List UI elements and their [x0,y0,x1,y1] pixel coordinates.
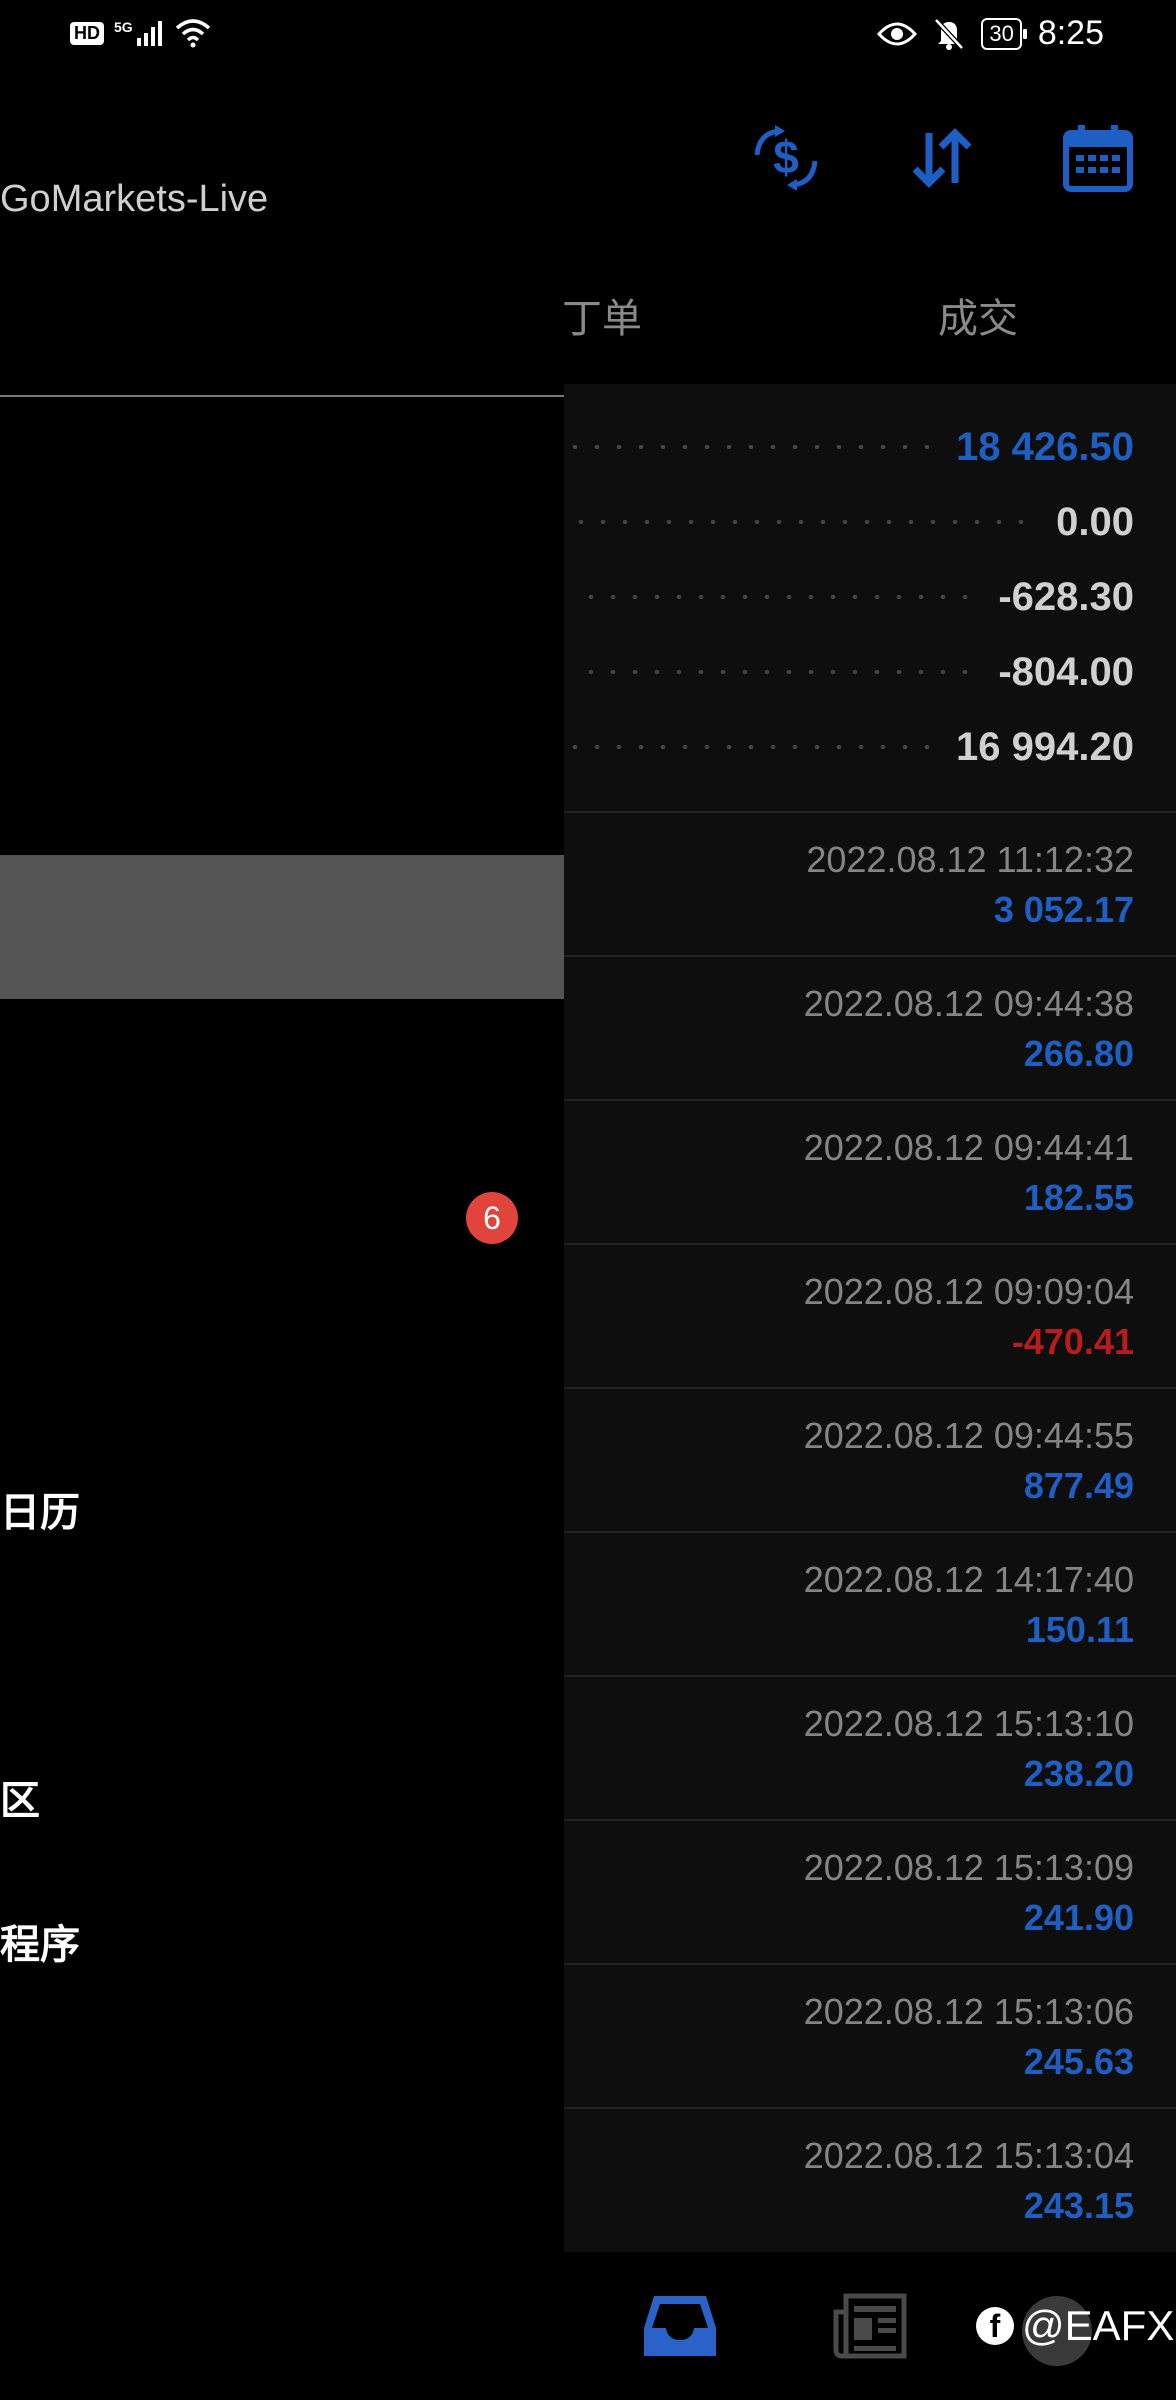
summary-row: -628.30 [564,572,1134,622]
leader-dots [580,670,979,674]
deal-time: 2022.08.12 15:13:10 [803,1703,1134,1744]
deal-profit: 238.20 [1023,1753,1134,1794]
summary-value: 18 426.50 [956,424,1134,469]
network-label: 5G [114,19,133,35]
drawer-divider [0,395,564,397]
deal-profit: 877.49 [1023,1465,1134,1506]
deal-time: 2022.08.12 15:13:04 [803,2135,1134,2176]
hd-indicator: HD [70,21,104,45]
deal-profit: 3 052.17 [993,889,1134,930]
deal-row[interactable]: 2022.08.12 15:13:09 241.90 [564,1819,1176,1965]
notification-badge: 6 [466,1192,518,1244]
deal-time: 2022.08.12 11:12:32 [806,839,1134,880]
status-bar-right: 30 8:25 [877,14,1104,53]
account-name: GoMarkets-Live [0,178,269,220]
deal-row[interactable]: 2022.08.12 09:44:55 877.49 [564,1387,1176,1533]
deal-row[interactable]: 2022.08.12 11:12:32 3 052.17 [564,811,1176,957]
tab-deals[interactable]: 成交 [938,286,1018,344]
sort-icon[interactable] [902,118,982,198]
deal-time: 2022.08.12 09:44:55 [803,1415,1134,1456]
summary-value: 0.00 [1056,499,1134,544]
calendar-icon[interactable] [1058,118,1138,198]
summary-value: 16 994.20 [956,724,1134,769]
deal-row[interactable]: 2022.08.12 09:44:38 266.80 [564,955,1176,1101]
deal-row[interactable]: 2022.08.12 15:13:06 245.63 [564,1963,1176,2109]
drawer-item-apps[interactable]: 程序 [0,1912,80,1970]
deal-row[interactable]: 2022.08.12 14:17:40 150.11 [564,1531,1176,1677]
watermark: f @EAFX [976,2302,1174,2350]
deal-row[interactable]: 2022.08.12 09:44:41 182.55 [564,1099,1176,1245]
leader-dots [570,520,1037,524]
deal-profit: 245.63 [1023,2041,1134,2082]
wifi-icon [175,19,210,48]
deal-row[interactable]: 2022.08.12 15:13:04 243.15 [564,2107,1176,2253]
deal-time: 2022.08.12 15:13:06 [803,1991,1134,2032]
drawer-item-community[interactable]: 区 [0,1768,40,1826]
deal-profit: 150.11 [1025,1609,1134,1650]
drawer-item-calendar[interactable]: 日历 [0,1480,80,1538]
summary-row: -804.00 [564,647,1134,697]
tab-orders[interactable]: 丁单 [562,286,642,344]
bell-muted-icon [934,17,965,50]
inbox-icon[interactable] [642,2292,718,2365]
eye-icon [877,22,918,45]
deal-profit: 182.55 [1023,1177,1134,1218]
drawer-selected-item[interactable] [0,855,564,999]
leader-dots [564,745,937,749]
summary-row: 18 426.50 [564,422,1134,472]
watermark-text: @EAFX [1022,2302,1175,2349]
clock: 8:25 [1037,14,1104,52]
summary-row: 0.00 [564,497,1134,547]
summary-value: -804.00 [998,649,1134,694]
battery-indicator: 30 [981,17,1028,50]
deal-time: 2022.08.12 15:13:09 [803,1847,1134,1888]
deal-profit: 241.90 [1023,1897,1134,1938]
summary-value: -628.30 [998,574,1134,619]
signal-icon [136,21,162,46]
deal-row[interactable]: 2022.08.12 09:09:04 -470.41 [564,1243,1176,1389]
deal-time: 2022.08.12 09:09:04 [803,1271,1134,1312]
deal-time: 2022.08.12 09:44:41 [803,1127,1134,1168]
deal-time: 2022.08.12 09:44:38 [803,983,1134,1024]
deal-time: 2022.08.12 14:17:40 [803,1559,1134,1600]
facebook-logo-icon: f [976,2307,1014,2345]
deal-row[interactable]: 2022.08.12 15:13:10 238.20 [564,1675,1176,1821]
deal-profit: -470.41 [1011,1321,1134,1362]
status-bar-left: HD 5G [70,18,211,48]
summary-row: 16 994.20 [564,722,1134,772]
news-icon[interactable] [832,2292,908,2365]
currency-exchange-icon[interactable]: $ [746,118,826,198]
deal-profit: 266.80 [1023,1033,1134,1074]
leader-dots [580,595,979,599]
leader-dots [564,445,937,449]
svg-text:$: $ [773,131,799,183]
deal-profit: 243.15 [1023,2185,1134,2226]
